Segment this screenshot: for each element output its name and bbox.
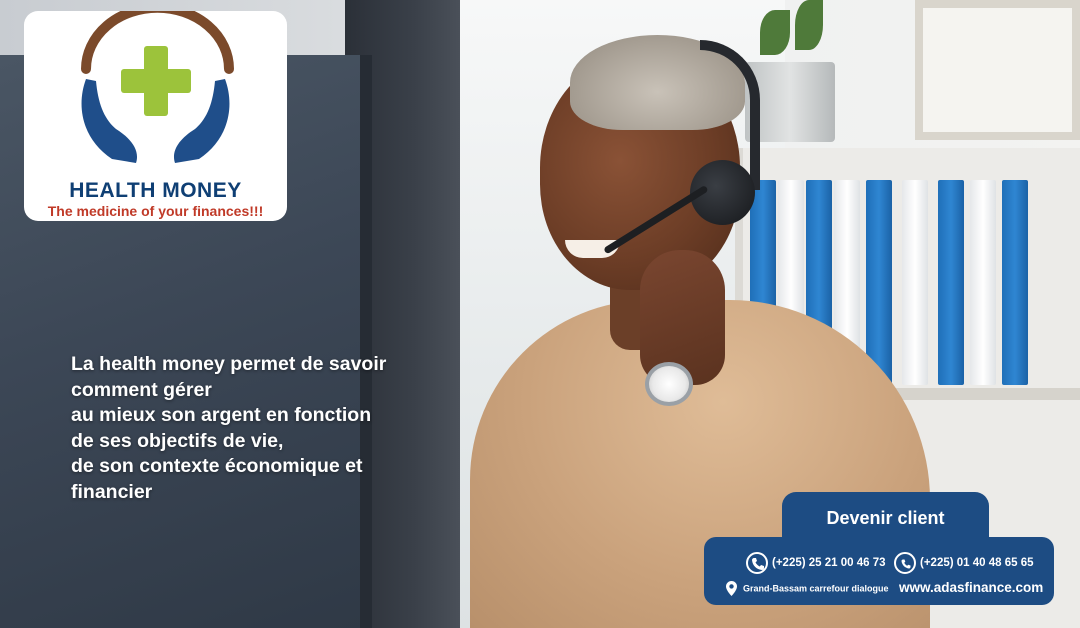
pitch-line: de son contexte économique et: [71, 455, 363, 477]
health-money-logo: [81, 11, 234, 163]
pitch-line: au mieux son argent en fonction: [71, 404, 372, 426]
binder: [970, 180, 996, 385]
whatsapp-icon: [894, 552, 916, 574]
plant-leaf: [795, 0, 823, 50]
pitch-paragraph: La health money permet de savoir comment…: [71, 352, 511, 505]
map-pin-icon: [726, 581, 737, 596]
address: Grand-Bassam carrefour dialogue: [726, 581, 889, 596]
binder: [938, 180, 964, 385]
pitch-line: financier: [71, 480, 153, 503]
brand-tagline: The medicine of your finances!!!: [47, 203, 264, 219]
monitor-edge: [360, 55, 372, 628]
phone-icon: [746, 552, 768, 574]
binder: [866, 180, 892, 385]
pitch-line: de ses objectifs de vie,: [71, 429, 284, 452]
phone-number-2: (+225) 01 40 48 65 65: [920, 557, 1034, 569]
logo-card: HEALTH MONEY The medicine of your financ…: [24, 11, 287, 221]
woman-hand: [640, 250, 725, 385]
phone-contact-1[interactable]: (+225) 25 21 00 46 73: [746, 552, 886, 574]
become-client-button[interactable]: Devenir client: [782, 492, 989, 540]
binder: [902, 180, 928, 385]
binder: [1002, 180, 1028, 385]
pitch-line: La health money permet de savoir: [71, 353, 387, 375]
phone-number-1: (+225) 25 21 00 46 73: [772, 557, 886, 569]
wall-frame: [915, 0, 1080, 140]
brand-name: HEALTH MONEY: [69, 179, 242, 202]
plant-leaf: [760, 10, 790, 55]
phone-contact-2[interactable]: (+225) 01 40 48 65 65: [894, 552, 1034, 574]
website-link[interactable]: www.adasfinance.com: [899, 580, 1043, 595]
address-text: Grand-Bassam carrefour dialogue: [743, 583, 889, 594]
pitch-line: comment gérer: [71, 378, 212, 401]
contact-panel: (+225) 25 21 00 46 73 (+225) 01 40 48 65…: [704, 537, 1054, 605]
wristwatch: [645, 362, 693, 406]
